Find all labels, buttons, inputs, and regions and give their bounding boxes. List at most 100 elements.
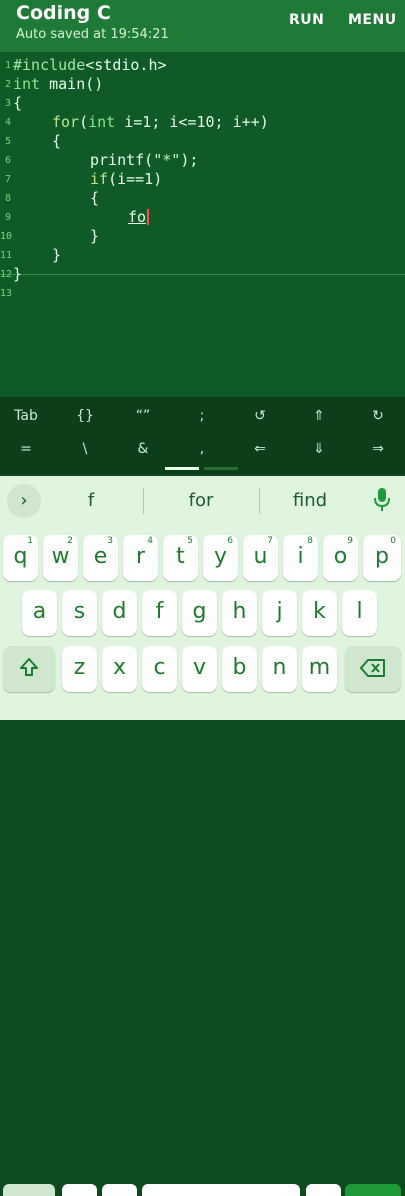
code-text: } (90, 227, 100, 245)
line-number: 4 (4, 117, 11, 128)
code-line: 10 } (0, 227, 405, 246)
code-text: { (13, 94, 23, 112)
line-number: 3 (4, 98, 11, 109)
key-l[interactable]: l (342, 590, 377, 636)
code-line: 13 (0, 284, 405, 303)
menu-button[interactable]: MENU (348, 12, 397, 28)
key-h[interactable]: h (222, 590, 257, 636)
microphone-icon[interactable] (372, 486, 392, 514)
key-t[interactable]: t5 (163, 535, 198, 581)
page-indicator (204, 467, 238, 470)
symbol-toolbar: Tab {} “” ; ↺ ⇑ ↻ = \ & , ⇐ ⇓ ⇒ (0, 397, 405, 474)
page-indicator-active (165, 467, 199, 470)
suggestion-strip: › f for find (0, 476, 405, 526)
emoji-key[interactable] (102, 1184, 137, 1196)
quotes-key[interactable]: “” (121, 408, 165, 424)
comma-key[interactable]: , (180, 441, 224, 457)
key-k[interactable]: k (302, 590, 337, 636)
key-u[interactable]: u7 (243, 535, 278, 581)
redo-icon[interactable]: ↻ (356, 408, 400, 424)
key-i[interactable]: i8 (283, 535, 318, 581)
key-s[interactable]: s (62, 590, 97, 636)
line-number: 9 (4, 212, 11, 223)
code-text: } (13, 265, 23, 283)
semicolon-key[interactable]: ; (180, 408, 224, 424)
key-a[interactable]: a (22, 590, 57, 636)
cursor-down-icon[interactable]: ⇓ (297, 441, 341, 457)
chevron-right-icon[interactable]: › (7, 484, 41, 518)
key-c[interactable]: c (142, 646, 177, 692)
key-j[interactable]: j (262, 590, 297, 636)
code-text: for(int i=1; i<=10; i++) (52, 113, 269, 131)
backslash-key[interactable]: \ (63, 441, 107, 457)
code-line: 1 #include<stdio.h> (0, 56, 405, 75)
code-text: fo (128, 208, 150, 227)
key-x[interactable]: x (102, 646, 137, 692)
line-number: 8 (4, 193, 11, 204)
divider (259, 488, 260, 514)
code-text: } (52, 246, 62, 264)
braces-key[interactable]: {} (63, 408, 107, 424)
suggestion-item[interactable]: f (46, 490, 136, 511)
soft-keyboard: › f for find q1 w2 e3 r4 t5 y6 u7 i8 o9 … (0, 476, 405, 1196)
key-r[interactable]: r4 (123, 535, 158, 581)
spacebar[interactable] (142, 1184, 300, 1196)
key-g[interactable]: g (182, 590, 217, 636)
key-v[interactable]: v (182, 646, 217, 692)
suggestion-item[interactable]: for (156, 490, 246, 511)
key-z[interactable]: z (62, 646, 97, 692)
tab-key[interactable]: Tab (4, 408, 48, 424)
key-o[interactable]: o9 (323, 535, 358, 581)
key-n[interactable]: n (262, 646, 297, 692)
code-text: int main() (13, 75, 104, 93)
line-number: 10 (0, 231, 13, 242)
divider (143, 488, 144, 514)
code-text: #include<stdio.h> (13, 56, 167, 74)
key-y[interactable]: y6 (203, 535, 238, 581)
backspace-icon[interactable] (345, 646, 401, 692)
cursor-left-icon[interactable]: ⇐ (238, 441, 282, 457)
undo-icon[interactable]: ↺ (238, 408, 282, 424)
code-editor[interactable]: 1 #include<stdio.h> 2 int main() 3 { 4 f… (0, 52, 405, 397)
key-q[interactable]: q1 (3, 535, 38, 581)
shift-arrow-icon[interactable] (3, 646, 55, 692)
key-w[interactable]: w2 (43, 535, 78, 581)
code-line: 12 } (0, 265, 405, 284)
code-text: { (90, 189, 100, 207)
cursor-up-icon[interactable]: ⇑ (297, 408, 341, 424)
enter-key[interactable] (345, 1184, 401, 1196)
line-number: 11 (0, 250, 13, 261)
code-text: printf("*"); (90, 151, 199, 169)
line-number: 2 (4, 79, 11, 90)
key-d[interactable]: d (102, 590, 137, 636)
line-number: 6 (4, 155, 11, 166)
period-key[interactable] (306, 1184, 341, 1196)
run-button[interactable]: RUN (289, 12, 324, 28)
symbols-key[interactable] (3, 1184, 55, 1196)
cursor-right-icon[interactable]: ⇒ (356, 441, 400, 457)
code-line: 7 if(i==1) (0, 170, 405, 189)
key-f[interactable]: f (142, 590, 177, 636)
app-bar: Coding C Auto saved at 19:54:21 RUN MENU (0, 0, 405, 52)
code-line: 6 printf("*"); (0, 151, 405, 170)
key-e[interactable]: e3 (83, 535, 118, 581)
line-number: 5 (4, 136, 11, 147)
ampersand-key[interactable]: & (121, 441, 165, 457)
key-b[interactable]: b (222, 646, 257, 692)
suggestion-item[interactable]: find (265, 490, 355, 511)
code-line: 11 } (0, 246, 405, 265)
key-p[interactable]: p0 (363, 535, 401, 581)
equals-key[interactable]: = (4, 441, 48, 457)
app-title: Coding C (16, 2, 111, 24)
autosave-status: Auto saved at 19:54:21 (16, 27, 169, 42)
code-line: 5 { (0, 132, 405, 151)
settings-key[interactable] (62, 1184, 97, 1196)
key-m[interactable]: m (302, 646, 337, 692)
code-line: 8 { (0, 189, 405, 208)
line-number: 7 (4, 174, 11, 185)
code-line: 9 fo (0, 208, 405, 227)
code-text: if(i==1) (90, 170, 163, 188)
code-text: { (52, 132, 62, 150)
code-line: 3 { (0, 94, 405, 113)
code-line: 4 for(int i=1; i<=10; i++) (0, 113, 405, 132)
